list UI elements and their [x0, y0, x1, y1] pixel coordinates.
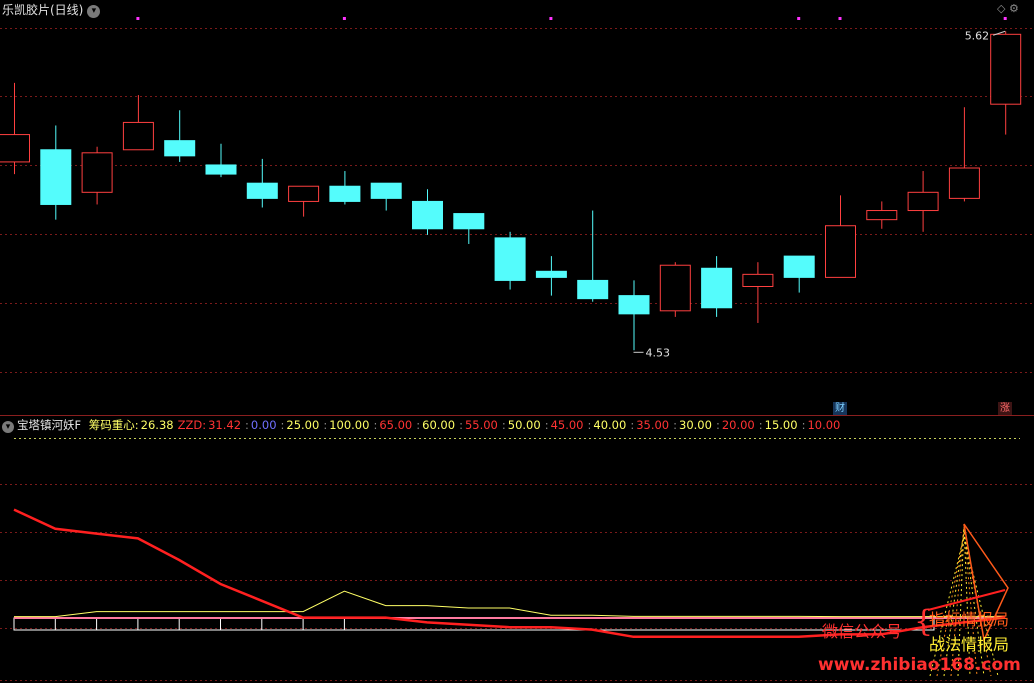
indicator-label: : [544, 418, 549, 432]
indicator-value: 35.00 [636, 418, 670, 432]
candle-body [164, 140, 196, 157]
signal-mark [136, 17, 140, 20]
indicator-value: 20.00 [721, 418, 755, 432]
indicator-value: 65.00 [379, 418, 413, 432]
indicator-label: : [373, 418, 378, 432]
candle-body [577, 279, 609, 300]
indicator-label: : [673, 418, 678, 432]
indicator-value: 31.42 [208, 418, 242, 432]
candle-body [783, 255, 815, 278]
candle-body [659, 264, 691, 312]
candle-body [329, 185, 361, 202]
candle-body [288, 185, 320, 202]
indicator-value: 40.00 [593, 418, 627, 432]
indicator-value: 26.38 [140, 418, 174, 432]
indicator-value: 50.00 [507, 418, 541, 432]
signal-mark [838, 17, 842, 20]
indicator-label: : [245, 418, 249, 432]
candle-body [205, 164, 237, 175]
candle-body [412, 200, 443, 230]
indicator-value: 45.00 [550, 418, 584, 432]
stock-title: 乐凯胶片(日线) [2, 3, 84, 17]
candle-body [246, 182, 278, 199]
indicator-label: : [459, 418, 463, 432]
signal-mark [1003, 17, 1007, 20]
chevron-down-icon[interactable]: ▾ [87, 5, 101, 18]
indicator-value: 100.00 [329, 418, 370, 432]
indicator-value: 60.00 [422, 418, 456, 432]
watermark-wechat: 微信公众号 [822, 622, 903, 641]
finance-report-badge[interactable]: 财 [833, 402, 847, 415]
candle-body [618, 295, 650, 315]
low-price-label: 4.53 [646, 346, 671, 359]
candle-body [494, 237, 526, 281]
candle-body [990, 33, 1022, 105]
candle-body [948, 167, 980, 199]
indicator-label: : [587, 418, 592, 432]
candle-body [701, 267, 733, 309]
indicator-label: : [416, 418, 421, 432]
candle-body [825, 225, 856, 278]
candle-body [81, 152, 113, 193]
candle-body [535, 270, 567, 278]
candle-body [0, 134, 30, 163]
indicator-value: 10.00 [807, 418, 841, 432]
candle-body [866, 210, 898, 221]
stock-chart-window: 5.62 4.53 乐凯胶片(日线) ▾ ◇ ⚙ ▾ 宝塔镇河妖F 筹码重心: 26.3… [0, 0, 1034, 683]
candle-body [40, 149, 72, 205]
chip-center-line [14, 590, 1006, 618]
indicator-value: 30.00 [679, 418, 712, 432]
indicator-label: ZZD: [177, 418, 207, 432]
indicator-value: 25.00 [286, 418, 320, 432]
chart-title-bar[interactable]: 乐凯胶片(日线) ▾ [2, 2, 101, 18]
indicator-label: 筹码重心: [88, 418, 139, 432]
watermark-line1: 指标情报局 [929, 610, 1010, 629]
indicator-name[interactable]: 宝塔镇河妖F [17, 418, 81, 432]
indicator-label: : [323, 418, 328, 432]
indicator-label: : [715, 418, 720, 432]
watermark-url: www.zhibiao168.com [818, 655, 1021, 675]
indicator-label: : [758, 418, 763, 432]
indicator-values: 筹码重心: 26.38 ZZD: 31.42:0.00:25.00:100.00:65… [85, 418, 841, 432]
signal-mark [549, 17, 553, 20]
chevron-down-icon[interactable]: ▾ [2, 421, 14, 433]
signal-mark [797, 17, 801, 20]
indicator-header: ▾ 宝塔镇河妖F 筹码重心: 26.38 ZZD: 31.42:0.00:25.00:1… [2, 417, 840, 433]
chart-canvas[interactable]: 5.62 4.53 [0, 0, 1034, 683]
indicator-label: : [501, 418, 506, 432]
signal-mark [342, 17, 346, 20]
high-price-label: 5.62 [965, 29, 990, 42]
indicator-value: 0.00 [250, 418, 277, 432]
candle-body [453, 213, 485, 230]
candle-body [742, 273, 774, 288]
indicator-value: 15.00 [764, 418, 798, 432]
indicator-value: 55.00 [464, 418, 498, 432]
indicator-label: : [801, 418, 806, 432]
watermark-line2: 战法情报局 [929, 635, 1010, 654]
candle-body [122, 121, 154, 151]
indicator-label: : [280, 418, 285, 432]
indicator-label: : [630, 418, 635, 432]
price-up-badge[interactable]: 涨 [998, 402, 1012, 415]
candle-body [370, 182, 402, 199]
chart-toolbar-icons[interactable]: ◇ ⚙ [997, 2, 1019, 15]
candle-body [907, 191, 939, 212]
